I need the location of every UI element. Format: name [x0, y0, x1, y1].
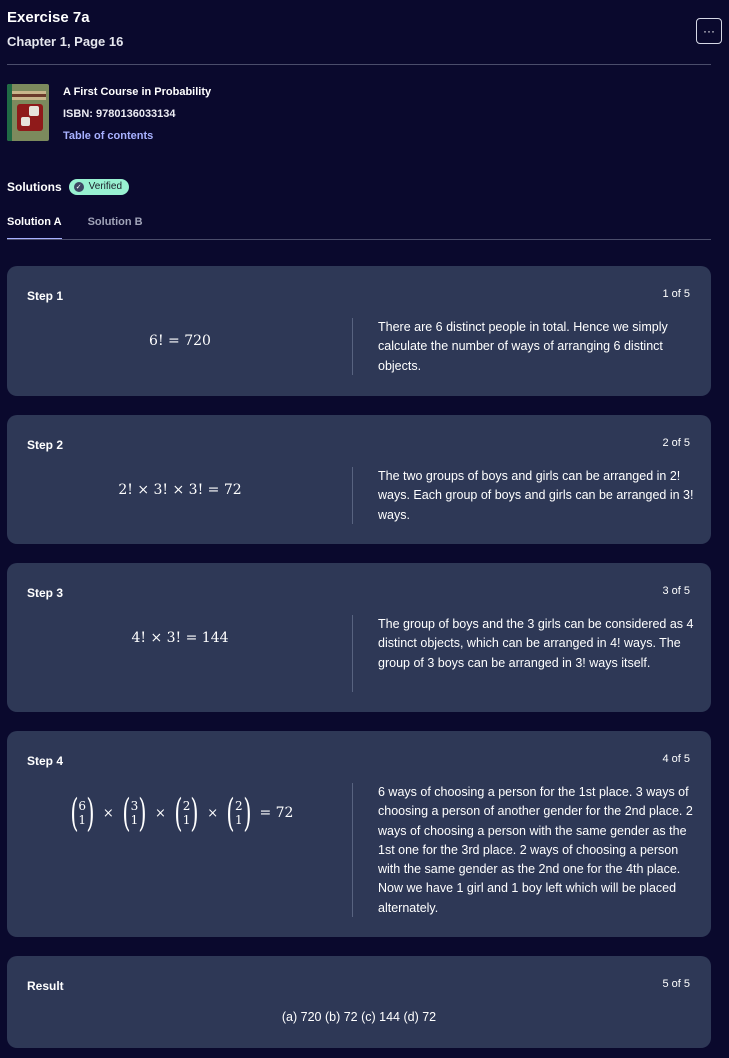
- step-label: Step 2: [27, 438, 64, 452]
- binomial: ( 31 ): [122, 791, 147, 835]
- step-math: 4! × 3! = 144: [131, 629, 229, 646]
- step-math: 2! × 3! × 3! = 72: [118, 481, 242, 498]
- result-count: 5 of 5: [662, 978, 690, 990]
- solution-tabs: Solution A Solution B: [7, 216, 169, 240]
- math-result: = 72: [259, 805, 294, 821]
- binomial: ( 21 ): [226, 791, 252, 835]
- step-label: Step 1: [27, 289, 64, 303]
- check-icon: ✓: [73, 181, 84, 192]
- book-cover-image[interactable]: [7, 84, 49, 141]
- book-info: A First Course in Probability ISBN: 9780…: [7, 84, 507, 142]
- tab-solution-a[interactable]: Solution A: [7, 216, 62, 240]
- step-label: Step 4: [27, 754, 64, 768]
- exercise-header: Exercise 7a Chapter 1, Page 16: [7, 8, 711, 50]
- step-divider: [352, 615, 353, 692]
- more-options-button[interactable]: ···: [696, 18, 722, 44]
- verified-badge-label: Verified: [88, 181, 123, 192]
- book-isbn: ISBN: 9780136033134: [63, 108, 176, 120]
- step-card-1: Step 1 1 of 5 6! = 720 There are 6 disti…: [7, 266, 711, 396]
- step-count: 3 of 5: [662, 585, 690, 597]
- step-label: Step 3: [27, 586, 64, 600]
- tabs-divider: [7, 239, 711, 240]
- step-math-binomials: ( 61 ) × ( 31 ) × ( 21 ) × ( 21 ) = 72: [7, 793, 353, 833]
- step-explanation: The two groups of boys and girls can be …: [378, 469, 694, 522]
- step-card-3: Step 3 3 of 5 4! × 3! = 144 The group of…: [7, 563, 711, 712]
- solutions-heading: Solutions ✓ Verified: [7, 178, 130, 195]
- solutions-label: Solutions: [7, 179, 62, 194]
- step-explanation: 6 ways of choosing a person for the 1st …: [378, 785, 693, 915]
- step-count: 4 of 5: [662, 753, 690, 765]
- result-card: Result 5 of 5 (a) 720 (b) 72 (c) 144 (d)…: [7, 956, 711, 1048]
- step-explanation: The group of boys and the 3 girls can be…: [378, 617, 694, 670]
- step-math: 6! = 720: [149, 332, 211, 349]
- binomial: ( 21 ): [174, 791, 199, 835]
- tab-solution-b[interactable]: Solution B: [88, 216, 143, 240]
- result-label: Result: [27, 979, 64, 993]
- more-icon: ···: [703, 24, 715, 38]
- verified-badge: ✓ Verified: [68, 178, 130, 195]
- exercise-title: Exercise 7a: [7, 9, 90, 26]
- result-text: (a) 720 (b) 72 (c) 144 (d) 72: [281, 1010, 437, 1024]
- binomial: ( 61 ): [69, 791, 95, 835]
- step-count: 1 of 5: [662, 288, 690, 300]
- step-card-2: Step 2 2 of 5 2! × 3! × 3! = 72 The two …: [7, 415, 711, 544]
- step-divider: [352, 318, 353, 375]
- exercise-subtitle: Chapter 1, Page 16: [7, 34, 124, 49]
- step-count: 2 of 5: [662, 437, 690, 449]
- book-title: A First Course in Probability: [63, 86, 212, 98]
- step-explanation: There are 6 distinct people in total. He…: [378, 320, 668, 373]
- header-divider: [7, 64, 711, 65]
- table-of-contents-link[interactable]: Table of contents: [63, 129, 153, 143]
- step-card-4: Step 4 4 of 5 ( 61 ) × ( 31 ) × ( 21 ) ×…: [7, 731, 711, 937]
- step-divider: [352, 783, 353, 917]
- step-divider: [352, 467, 353, 524]
